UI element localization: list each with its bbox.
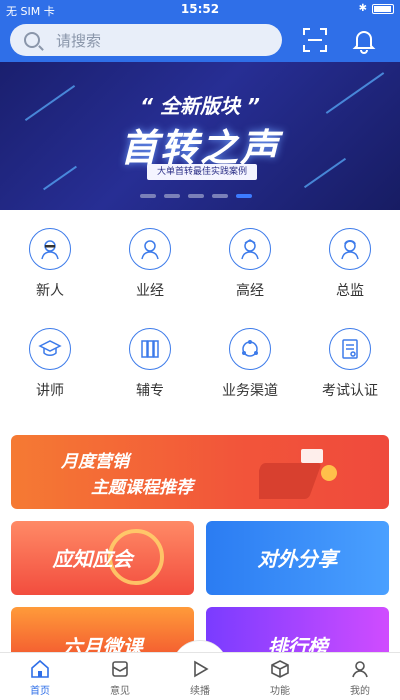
box-icon <box>271 660 289 678</box>
bottom-tabbar: 首页 意见 续播 功能 我的 <box>0 652 400 700</box>
search-bar[interactable]: 请搜索 <box>10 24 282 56</box>
phone-illustration-icon <box>259 449 337 499</box>
tab-functions[interactable]: 功能 <box>240 653 320 700</box>
grid-item-label: 总监 <box>336 283 364 299</box>
newcomer-icon <box>29 228 71 270</box>
tab-resume-play[interactable]: 续播 <box>160 653 240 700</box>
tab-label: 意见 <box>110 686 130 697</box>
monthly-card-line2: 主题课程推荐 <box>91 478 193 498</box>
promo-banner[interactable]: “ 全新版块 ” 首转之声 大单首转最佳实践案例 <box>0 62 400 210</box>
external-share-card[interactable]: 对外分享 <box>206 521 389 595</box>
assistant-specialist-icon <box>129 328 171 370</box>
profile-icon <box>352 661 368 678</box>
grid-item-business-channel[interactable]: 业务渠道 <box>200 328 300 428</box>
scan-icon[interactable] <box>301 26 329 54</box>
carousel-dot[interactable] <box>164 194 180 198</box>
grid-item-director[interactable]: 总监 <box>300 228 400 328</box>
tab-label: 我的 <box>350 686 370 697</box>
grid-item-assistant-specialist[interactable]: 辅专 <box>100 328 200 428</box>
tab-feedback[interactable]: 意见 <box>80 653 160 700</box>
status-bar: 无 SIM 卡 15:52 ✱ <box>0 0 400 20</box>
search-icon <box>24 32 40 48</box>
tab-profile[interactable]: 我的 <box>320 653 400 700</box>
grid-item-business-manager[interactable]: 业经 <box>100 228 200 328</box>
grid-item-label: 新人 <box>36 283 64 299</box>
banner-subtitle: 大单首转最佳实践案例 <box>147 164 257 180</box>
grid-item-newcomer[interactable]: 新人 <box>0 228 100 328</box>
battery-icon <box>372 3 394 14</box>
business-manager-icon <box>129 228 171 270</box>
monthly-course-card[interactable]: 月度营销 主题课程推荐 <box>11 435 389 509</box>
business-channel-icon <box>229 328 271 370</box>
bluetooth-icon: ✱ <box>358 3 367 14</box>
search-placeholder: 请搜索 <box>56 31 102 50</box>
status-time: 15:52 <box>180 2 220 16</box>
grid-item-exam-certificate[interactable]: 考试认证 <box>300 328 400 428</box>
feedback-icon <box>112 661 128 677</box>
grid-item-label: 高经 <box>236 283 264 299</box>
exam-certificate-icon <box>329 328 371 370</box>
grid-item-senior-manager[interactable]: 高经 <box>200 228 300 328</box>
play-icon <box>194 660 209 678</box>
monthly-card-line1: 月度营销 <box>61 452 129 472</box>
director-icon <box>329 228 371 270</box>
banner-tag: “ 全新版块 ” <box>140 94 260 118</box>
grid-item-label: 业经 <box>136 283 164 299</box>
carousel-dot[interactable] <box>188 194 204 198</box>
bell-icon[interactable] <box>350 26 378 54</box>
status-icons: ✱ <box>359 3 394 14</box>
home-icon <box>31 659 49 678</box>
grid-item-label: 考试认证 <box>322 383 378 399</box>
senior-manager-icon <box>229 228 271 270</box>
carousel-dots <box>140 194 252 198</box>
tab-label: 续播 <box>190 686 210 697</box>
role-grid: 新人 业经 高经 总监 讲师 辅专 业务渠道 考试认证 <box>0 228 400 428</box>
must-know-label: 应知应会 <box>52 547 133 571</box>
tab-label: 功能 <box>270 686 290 697</box>
tab-home[interactable]: 首页 <box>0 653 80 700</box>
external-share-label: 对外分享 <box>257 547 338 571</box>
carousel-dot[interactable] <box>212 194 228 198</box>
grid-item-label: 业务渠道 <box>222 383 278 399</box>
grid-item-lecturer[interactable]: 讲师 <box>0 328 100 428</box>
must-know-card[interactable]: 应知应会 <box>11 521 194 595</box>
lecturer-icon <box>29 328 71 370</box>
grid-item-label: 辅专 <box>136 383 164 399</box>
tab-label: 首页 <box>30 686 50 697</box>
app-header: 无 SIM 卡 15:52 ✱ 请搜索 <box>0 0 400 62</box>
carousel-dot-active[interactable] <box>236 194 252 198</box>
grid-item-label: 讲师 <box>36 383 64 399</box>
carousel-dot[interactable] <box>140 194 156 198</box>
